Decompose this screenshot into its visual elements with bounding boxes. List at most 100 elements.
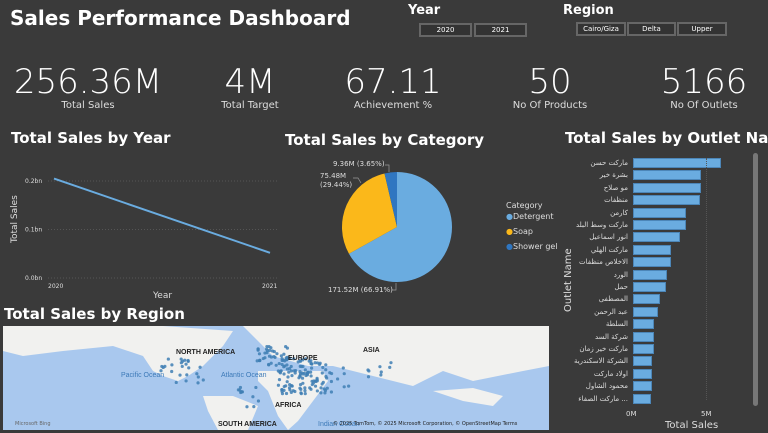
outlet-location-dot[interactable] bbox=[195, 372, 199, 376]
outlet-location-dot[interactable] bbox=[257, 352, 262, 356]
outlet-location-dot[interactable] bbox=[320, 382, 324, 386]
outlet-location-dot[interactable] bbox=[290, 373, 294, 378]
outlet-location-dot[interactable] bbox=[185, 373, 189, 377]
outlet-bar[interactable] bbox=[633, 257, 672, 268]
outlet-location-dot[interactable] bbox=[285, 367, 289, 371]
outlet-bar[interactable] bbox=[633, 220, 687, 230]
outlet-location-dot[interactable] bbox=[166, 357, 170, 361]
outlet-location-dot[interactable] bbox=[328, 371, 332, 375]
outlet-location-dot[interactable] bbox=[305, 373, 309, 377]
outlet-location-dot[interactable] bbox=[245, 405, 249, 409]
outlet-location-dot[interactable] bbox=[291, 389, 295, 393]
outlet-location-dot[interactable] bbox=[306, 370, 310, 374]
outlet-location-dot[interactable] bbox=[309, 374, 313, 378]
outlet-bar[interactable] bbox=[633, 393, 651, 404]
outlet-location-dot[interactable] bbox=[282, 352, 286, 356]
outlet-location-dot[interactable] bbox=[258, 358, 262, 362]
outlet-location-dot[interactable] bbox=[263, 356, 267, 360]
outlet-location-dot[interactable] bbox=[347, 384, 351, 388]
outlet-bar[interactable] bbox=[633, 294, 660, 305]
outlet-bar[interactable] bbox=[633, 158, 722, 168]
outlet-location-dot[interactable] bbox=[336, 377, 340, 381]
outlet-location-dot[interactable] bbox=[280, 392, 285, 396]
outlet-location-dot[interactable] bbox=[282, 384, 286, 389]
outlet-location-dot[interactable] bbox=[341, 366, 345, 370]
outlet-location-dot[interactable] bbox=[179, 357, 183, 361]
outlet-location-dot[interactable] bbox=[329, 379, 334, 384]
outlet-location-dot[interactable] bbox=[315, 378, 319, 382]
year-2020-button[interactable]: 2020 bbox=[419, 23, 472, 37]
outlet-location-dot[interactable] bbox=[186, 358, 190, 363]
outlet-location-dot[interactable] bbox=[389, 361, 393, 365]
outlet-bar[interactable] bbox=[633, 244, 672, 255]
outlet-location-dot[interactable] bbox=[280, 362, 284, 367]
outlet-bar[interactable] bbox=[633, 344, 654, 354]
outlet-location-dot[interactable] bbox=[276, 383, 281, 387]
outlet-bar[interactable] bbox=[633, 319, 655, 330]
region-upper-button[interactable]: Upper bbox=[677, 22, 727, 36]
outlet-location-dot[interactable] bbox=[321, 365, 325, 370]
outlet-bar[interactable] bbox=[633, 170, 702, 181]
outlet-location-dot[interactable] bbox=[309, 366, 314, 370]
outlet-location-dot[interactable] bbox=[317, 362, 322, 367]
outlet-location-dot[interactable] bbox=[286, 375, 290, 379]
outlet-location-dot[interactable] bbox=[170, 369, 174, 374]
outlet-bar[interactable] bbox=[633, 381, 652, 392]
outlet-location-dot[interactable] bbox=[251, 395, 255, 399]
outlet-location-dot[interactable] bbox=[324, 363, 328, 367]
outlet-location-dot[interactable] bbox=[324, 374, 328, 379]
map-attribution[interactable]: © 2025 TomTom, © 2025 Microsoft Corporat… bbox=[333, 420, 518, 427]
outlet-location-dot[interactable] bbox=[342, 372, 346, 376]
outlet-location-dot[interactable] bbox=[288, 383, 292, 387]
outlet-location-dot[interactable] bbox=[277, 361, 281, 366]
outlet-location-dot[interactable] bbox=[184, 379, 188, 383]
outlet-location-dot[interactable] bbox=[254, 385, 258, 390]
outlet-bar[interactable] bbox=[633, 195, 700, 206]
outlet-location-dot[interactable] bbox=[329, 390, 334, 394]
outlet-bar[interactable] bbox=[633, 269, 668, 280]
region-delta-button[interactable]: Delta bbox=[627, 22, 676, 36]
outlet-location-dot[interactable] bbox=[308, 386, 312, 390]
outlet-location-dot[interactable] bbox=[342, 385, 346, 389]
outlet-location-dot[interactable] bbox=[238, 385, 243, 390]
outlet-location-dot[interactable] bbox=[367, 369, 371, 373]
outlet-location-dot[interactable] bbox=[284, 344, 288, 349]
region-map[interactable]: NORTH AMERICA EUROPE ASIA AFRICA SOUTH A… bbox=[3, 326, 549, 430]
outlet-location-dot[interactable] bbox=[312, 379, 316, 383]
outlet-location-dot[interactable] bbox=[298, 369, 302, 374]
outlet-location-dot[interactable] bbox=[184, 362, 188, 366]
legend-item-soap[interactable]: ●Soap bbox=[506, 227, 533, 236]
outlet-location-dot[interactable] bbox=[277, 378, 282, 382]
outlet-location-dot[interactable] bbox=[272, 349, 276, 354]
outlet-bar[interactable] bbox=[633, 331, 655, 342]
outlet-location-dot[interactable] bbox=[269, 361, 273, 365]
outlet-location-dot[interactable] bbox=[282, 388, 286, 392]
outlet-location-dot[interactable] bbox=[301, 381, 305, 385]
outlet-location-dot[interactable] bbox=[310, 362, 314, 366]
outlet-location-dot[interactable] bbox=[275, 352, 279, 356]
outlet-bar[interactable] bbox=[633, 232, 681, 243]
outlet-location-dot[interactable] bbox=[293, 371, 297, 375]
outlet-location-dot[interactable] bbox=[196, 381, 200, 385]
outlet-location-dot[interactable] bbox=[272, 354, 276, 359]
outlet-location-dot[interactable] bbox=[198, 365, 202, 369]
outlet-location-dot[interactable] bbox=[178, 373, 182, 377]
map-canvas[interactable]: NORTH AMERICA EUROPE ASIA AFRICA SOUTH A… bbox=[3, 326, 549, 430]
outlet-location-dot[interactable] bbox=[319, 386, 323, 390]
outlet-location-dot[interactable] bbox=[303, 389, 307, 393]
outlet-location-dot[interactable] bbox=[301, 372, 305, 376]
outlet-location-dot[interactable] bbox=[366, 375, 371, 379]
outlet-location-dot[interactable] bbox=[284, 391, 289, 396]
outlet-location-dot[interactable] bbox=[163, 364, 167, 368]
outlet-location-dot[interactable] bbox=[196, 375, 200, 379]
outlet-location-dot[interactable] bbox=[285, 363, 289, 367]
outlet-location-dot[interactable] bbox=[299, 392, 303, 396]
outlet-location-dot[interactable] bbox=[313, 384, 318, 388]
outlet-location-dot[interactable] bbox=[256, 399, 261, 403]
outlet-location-dot[interactable] bbox=[303, 368, 307, 372]
outlet-location-dot[interactable] bbox=[174, 380, 178, 385]
outlet-location-dot[interactable] bbox=[325, 386, 329, 390]
outlet-location-dot[interactable] bbox=[285, 380, 289, 384]
outlet-location-dot[interactable] bbox=[256, 347, 260, 351]
outlet-location-dot[interactable] bbox=[252, 405, 256, 409]
